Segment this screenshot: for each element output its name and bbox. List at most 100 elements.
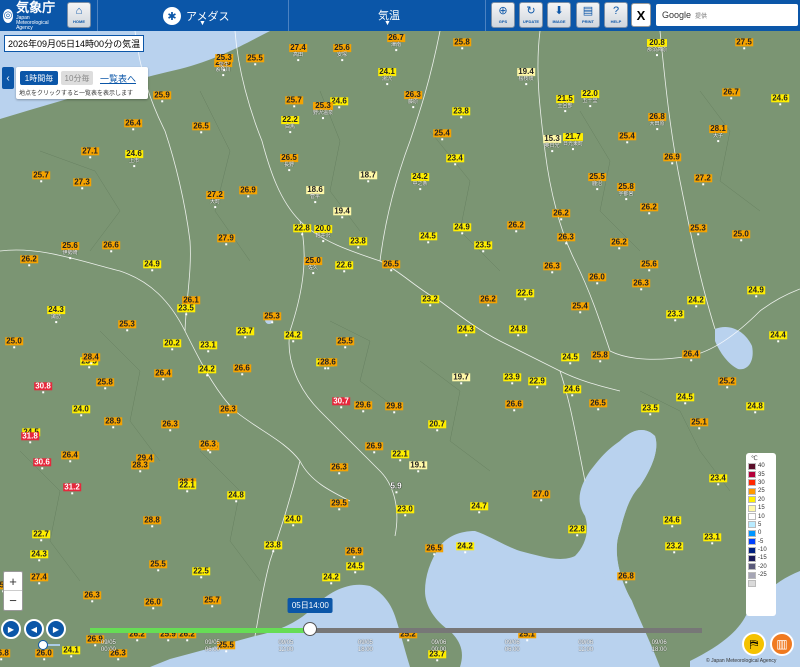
station-marker[interactable]: 24.5 [419, 232, 437, 244]
station-marker[interactable]: 24.1 湯沢 [378, 68, 396, 86]
station-marker[interactable]: 25.5 [336, 337, 354, 349]
print-button[interactable]: ▤ PRINT [576, 2, 600, 28]
x-share-button[interactable]: X [631, 3, 651, 27]
station-marker[interactable]: 25.6 [640, 260, 658, 272]
station-marker[interactable]: 22.2 白馬 [281, 116, 299, 134]
station-marker[interactable]: 29.6 [354, 401, 372, 413]
station-marker[interactable]: 23.0 [396, 505, 414, 517]
station-marker[interactable]: 22.8 [568, 525, 586, 537]
station-marker[interactable]: 25.6 伊勢崎 [61, 242, 79, 260]
station-marker[interactable]: 27.4 [30, 573, 48, 585]
station-marker[interactable]: 24.5 [561, 353, 579, 365]
station-marker[interactable]: 18.6 菅平 [306, 186, 324, 204]
station-marker[interactable]: 26.2 [479, 295, 497, 307]
station-marker[interactable]: 26.3 [330, 463, 348, 475]
station-marker[interactable]: 30.7 [332, 397, 350, 409]
station-marker[interactable]: 30.6 [33, 458, 51, 470]
station-marker[interactable]: 23.4 [446, 154, 464, 166]
list-link[interactable]: 一覧表へ [100, 72, 136, 85]
station-marker[interactable]: 25.7 [285, 96, 303, 108]
station-marker[interactable]: 19.1 [409, 461, 427, 473]
station-marker[interactable]: 15.3 奥日光 [543, 135, 561, 153]
station-marker[interactable]: 24.3 [30, 550, 48, 562]
station-marker[interactable]: 24.9 [453, 223, 471, 235]
station-marker[interactable]: 21.5 土呂部 [556, 95, 574, 113]
station-marker[interactable]: 26.4 [124, 119, 142, 131]
station-marker[interactable]: 24.2 [322, 573, 340, 585]
station-marker[interactable]: 26.2 [507, 221, 525, 233]
station-marker[interactable]: 23.5 [177, 304, 195, 316]
station-marker[interactable]: 26.5 長野 [280, 154, 298, 172]
station-marker[interactable]: 26.6 [102, 241, 120, 253]
jma-logo[interactable]: ◎ 気象庁 Japan Meteorological Agency [3, 1, 63, 30]
station-marker[interactable]: 5.9 [389, 482, 402, 494]
station-marker[interactable]: 29.8 [385, 402, 403, 414]
station-marker[interactable]: 22.7 [32, 530, 50, 542]
home-button[interactable]: ⌂ HOME [67, 2, 91, 28]
station-marker[interactable]: 28.6 [319, 358, 337, 370]
station-marker[interactable]: 24.9 [747, 286, 765, 298]
station-marker[interactable]: 20.8 那須高原 [646, 39, 668, 57]
station-marker[interactable]: 24.8 [227, 491, 245, 503]
station-marker[interactable]: 24.9 [143, 260, 161, 272]
station-marker[interactable]: 25.0 [732, 230, 750, 242]
station-marker[interactable]: 23.5 [641, 404, 659, 416]
station-marker[interactable]: 24.6 [663, 516, 681, 528]
step-back-button[interactable]: ◀ [24, 619, 44, 639]
station-marker[interactable]: 27.2 大町 [206, 191, 224, 209]
station-marker[interactable]: 25.9 [153, 91, 171, 103]
station-marker[interactable]: 23.4 [709, 474, 727, 486]
station-marker[interactable]: 25.3 [689, 224, 707, 236]
panel-collapse-button[interactable]: ‹ [2, 67, 14, 89]
station-marker[interactable]: 24.8 [509, 325, 527, 337]
station-marker[interactable]: 25.8 [453, 38, 471, 50]
station-marker[interactable]: 27.1 [81, 147, 99, 159]
station-marker[interactable]: 19.4 [333, 207, 351, 219]
station-marker[interactable]: 26.9 [663, 153, 681, 165]
station-marker[interactable]: 25.7 [203, 596, 221, 608]
station-marker[interactable]: 26.3 [632, 279, 650, 291]
station-marker[interactable]: 28.4 [82, 353, 100, 365]
station-marker[interactable]: 25.4 [618, 132, 636, 144]
station-marker[interactable]: 20.7 [428, 420, 446, 432]
station-marker[interactable]: 24.2 中之条 [411, 173, 429, 191]
station-marker[interactable]: 24.2 [687, 296, 705, 308]
help-button[interactable]: ? HELP [604, 2, 628, 28]
zoom-out-button[interactable]: − [4, 591, 22, 610]
station-marker[interactable]: 26.5 [425, 544, 443, 556]
station-marker[interactable]: 24.8 [746, 402, 764, 414]
station-marker[interactable]: 23.1 [199, 341, 217, 353]
station-marker[interactable]: 19.4 桧枝岐 [517, 68, 535, 86]
station-marker[interactable]: 26.9 [345, 547, 363, 559]
station-marker[interactable]: 24.0 [72, 405, 90, 417]
station-marker[interactable]: 24.6 上市 [125, 150, 143, 168]
station-marker[interactable]: 24.5 [676, 393, 694, 405]
station-marker[interactable]: 23.7 [236, 327, 254, 339]
station-marker[interactable]: 25.1 [690, 418, 708, 430]
station-marker[interactable]: 31.2 [63, 483, 81, 495]
station-marker[interactable]: 22.6 [335, 261, 353, 273]
station-marker[interactable]: 23.2 [665, 542, 683, 554]
station-marker[interactable]: 24.6 [771, 94, 789, 106]
book-icon[interactable]: ▥ [770, 632, 794, 656]
station-marker[interactable]: 26.9 [239, 186, 257, 198]
speed-slider[interactable] [38, 640, 60, 650]
station-marker[interactable]: 23.8 [349, 237, 367, 249]
station-marker[interactable]: 23.8 [452, 107, 470, 119]
station-marker[interactable]: 25.0 佐久 [304, 257, 322, 275]
station-marker[interactable]: 26.5 [589, 399, 607, 411]
station-marker[interactable]: 28.9 [104, 417, 122, 429]
image-button[interactable]: ⬇ IMAGE [547, 2, 571, 28]
amedas-menu[interactable]: ✱ アメダス [163, 4, 229, 28]
station-marker[interactable]: 24.6 [563, 385, 581, 397]
hourly-button[interactable]: 1時間毎 [20, 71, 58, 85]
station-marker[interactable]: 26.6 [233, 364, 251, 376]
speed-knob[interactable] [38, 640, 48, 650]
zoom-in-button[interactable]: + [4, 572, 22, 591]
station-marker[interactable]: 27.9 [217, 234, 235, 246]
station-marker[interactable]: 22.1 [391, 450, 409, 462]
station-marker[interactable]: 26.0 [144, 598, 162, 610]
station-marker[interactable]: 28.3 [131, 461, 149, 473]
station-marker[interactable]: 19.7 [452, 373, 470, 385]
station-marker[interactable]: 29.5 [330, 499, 348, 511]
